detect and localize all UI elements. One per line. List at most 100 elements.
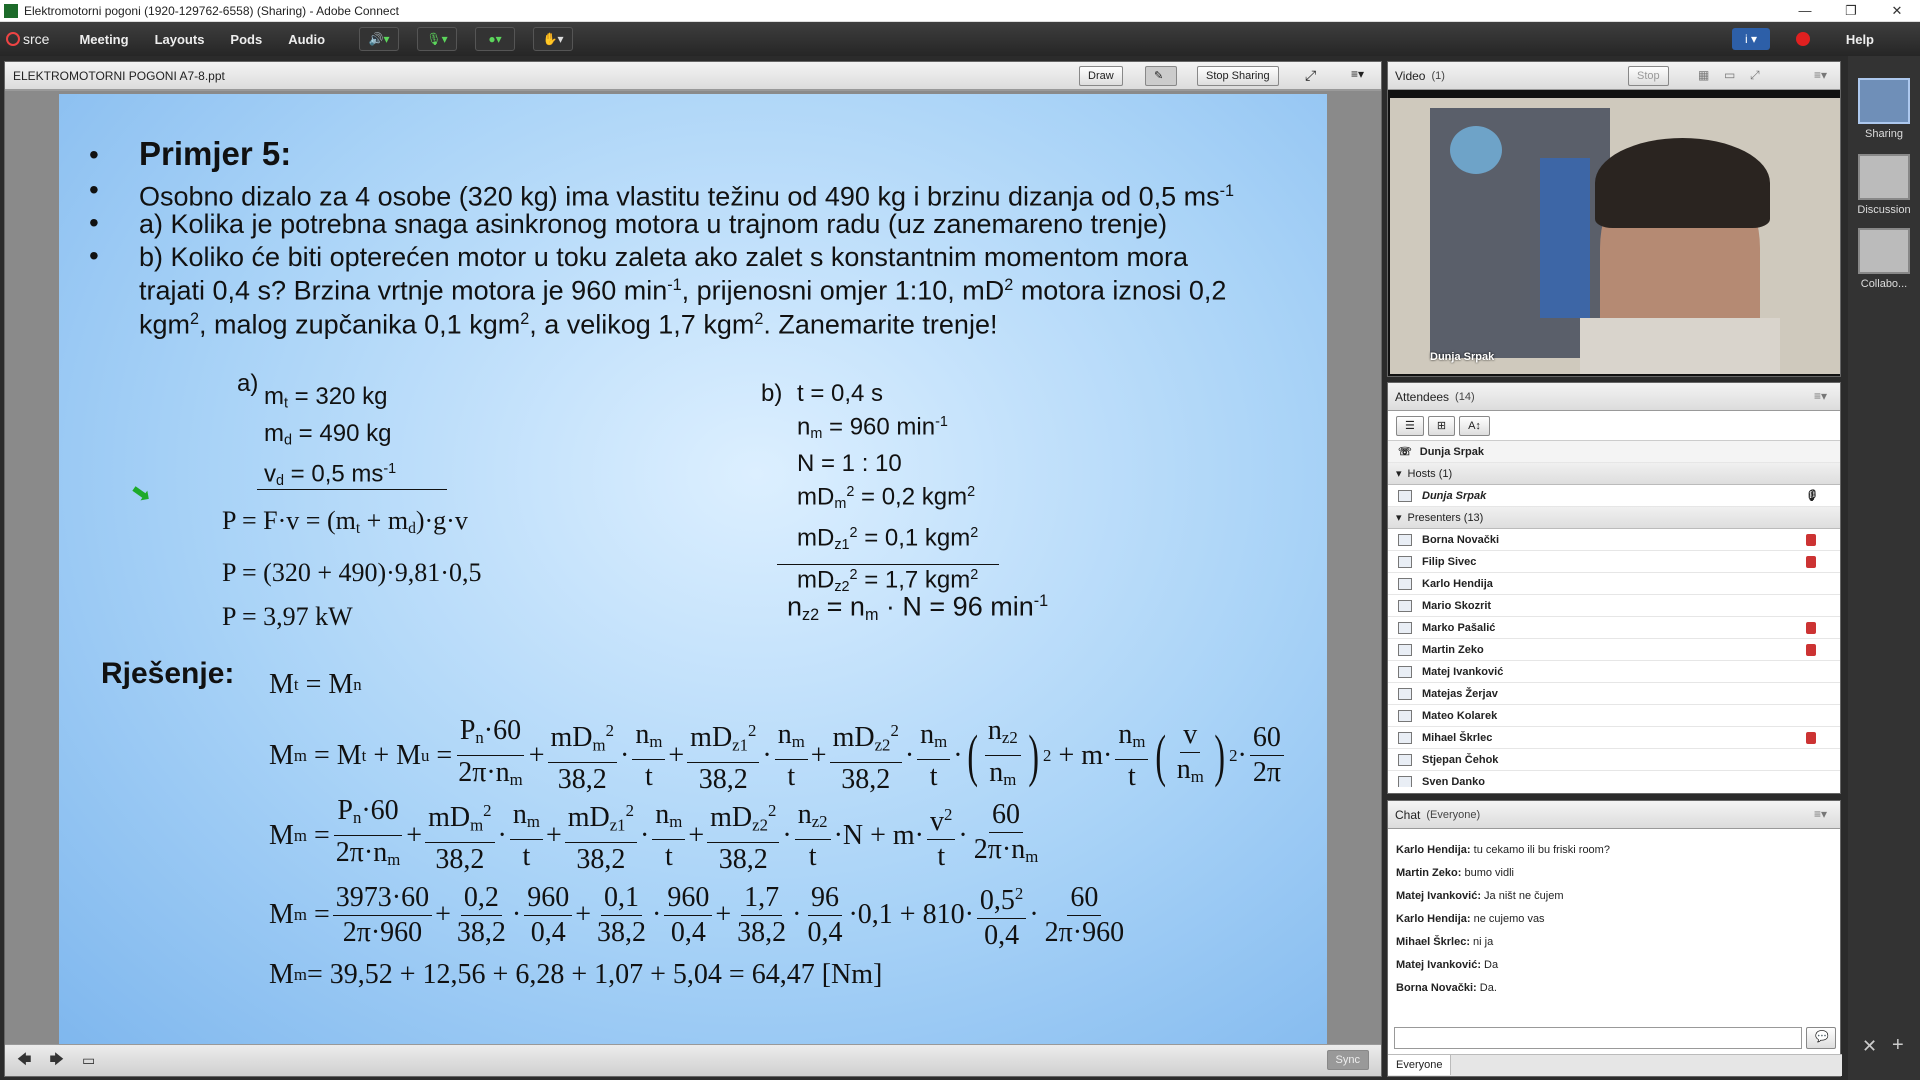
slide-bullet-2: a) Kolika je potrebna snaga asinkronog m… (139, 209, 1168, 239)
filmstrip-view-icon[interactable]: ▭ (1724, 68, 1735, 82)
chat-message: Karlo Hendija: tu cekamo ili bu friski r… (1396, 844, 1610, 856)
stop-video-button[interactable]: Stop (1628, 66, 1669, 86)
presenter-icon (1398, 643, 1412, 656)
add-layout-icon[interactable]: + (1892, 1034, 1904, 1057)
video-pod-title: Video (1395, 68, 1426, 83)
share-pod-header: ELEKTROMOTORNI POGONI A7-8.ppt Draw ✎ St… (5, 62, 1381, 90)
hosts-group-header[interactable]: ▾ Hosts (1) (1388, 463, 1840, 485)
chat-message: Borna Novački: Da. (1396, 982, 1497, 994)
adobe-connect-app-icon (4, 3, 18, 18)
next-slide-icon[interactable]: 🡆 (49, 1049, 63, 1073)
equation-torque-result: Mm = 39,52 + 12,56 + 6,28 + 1,07 + 5,04 … (269, 959, 883, 990)
microphone-button[interactable]: 🎙▾ (417, 27, 458, 51)
presenter-hair (1595, 138, 1770, 228)
slide-heading: Primjer 5: (139, 135, 292, 172)
speaking-icon: 🎙 (1804, 490, 1818, 502)
menu-meeting[interactable]: Meeting (79, 32, 128, 47)
raise-hand-button[interactable]: ✋▾ (533, 27, 574, 51)
menu-layouts[interactable]: Layouts (155, 32, 205, 47)
webcam-icon: ●▾ (488, 32, 502, 46)
attendee-row[interactable]: Dunja Srpak 🎙 (1388, 485, 1840, 507)
power-equations: P = F·v = (mt + md)·g·v P = (320 + 490)·… (222, 506, 482, 631)
share-pod: ELEKTROMOTORNI POGONI A7-8.ppt Draw ✎ St… (4, 61, 1382, 1077)
previous-slide-icon[interactable]: 🡄 (17, 1049, 31, 1073)
attendees-pod-header: Attendees (14) ≡▾ (1388, 383, 1840, 411)
presenter-shirt (1580, 318, 1780, 374)
attendee-row[interactable]: Mateo Kolarek (1388, 705, 1840, 727)
presenter-icon (1398, 775, 1412, 787)
minimize-button[interactable]: — (1782, 0, 1828, 22)
chat-scope: (Everyone) (1426, 808, 1481, 821)
stop-sharing-button[interactable]: Stop Sharing (1197, 66, 1279, 86)
tab-everyone[interactable]: Everyone (1388, 1055, 1452, 1075)
layout-sharing[interactable]: Sharing (1852, 78, 1916, 140)
draw-button[interactable]: Draw (1079, 66, 1123, 86)
current-user-row[interactable]: ☏ Dunja Srpak (1388, 441, 1840, 463)
attendees-toolbar: ☰ ⊞ A↕ (1388, 411, 1840, 441)
video-feed: Dunja Srpak (1390, 98, 1840, 374)
pod-menu-icon[interactable]: ≡▾ (1814, 807, 1827, 821)
attendee-row[interactable]: Mario Skozrit (1388, 595, 1840, 617)
pod-menu-icon[interactable]: ≡▾ (1814, 389, 1827, 403)
attendee-row[interactable]: Marko Pašalić (1388, 617, 1840, 639)
attendee-row[interactable]: Borna Novački (1388, 529, 1840, 551)
help-menu[interactable]: Help (1846, 32, 1874, 47)
pointer-button[interactable]: ✎ (1145, 66, 1177, 86)
video-pod-header: Video (1) Stop ▦ ▭ ⤢ ≡▾ (1388, 62, 1840, 90)
attendee-row[interactable]: Karlo Hendija (1388, 573, 1840, 595)
presenter-icon (1398, 753, 1412, 766)
close-layout-icon[interactable]: ✕ (1862, 1036, 1877, 1057)
webcam-button[interactable]: ●▾ (475, 27, 516, 51)
attendee-row[interactable]: Mihael Škrlec (1388, 727, 1840, 749)
fullscreen-icon[interactable]: ⤢ (1750, 68, 1760, 83)
menu-pods[interactable]: Pods (230, 32, 262, 47)
maximize-button[interactable]: ❐ (1828, 0, 1874, 22)
srce-logo-icon (6, 32, 20, 46)
chat-messages: Karlo Hendija: tu cekamo ili bu friski r… (1388, 829, 1840, 1015)
slide-area: • • • • Primjer 5: Osobno dizalo za 4 os… (5, 91, 1381, 1045)
attendees-pod-title: Attendees (1395, 389, 1450, 404)
fullscreen-icon[interactable]: ⤢ (1305, 67, 1316, 84)
bullet-icon: • (89, 207, 99, 238)
part-b-label: b) (761, 380, 783, 407)
video-name-label: Dunja Srpak (1430, 351, 1495, 363)
host-icon (1398, 489, 1412, 502)
record-indicator-icon[interactable] (1796, 32, 1810, 46)
attendee-row[interactable]: Matej Ivanković (1388, 661, 1840, 683)
attendee-row[interactable]: Martin Zeko (1388, 639, 1840, 661)
equation-torque-2: Mm = Pn·60 2π·nm + mDm2 38,2 · nm t + mDz12 38,2… (269, 795, 1039, 876)
part-a-label: a) (237, 370, 259, 397)
attendee-row[interactable]: Sven Danko (1388, 771, 1840, 787)
mic-muted-icon (1806, 621, 1816, 634)
divider-line (257, 489, 447, 490)
send-message-button[interactable]: 💬 (1806, 1027, 1836, 1049)
layout-discussion[interactable]: Discussion (1852, 154, 1916, 216)
pod-menu-icon[interactable]: ≡▾ (1814, 68, 1827, 82)
grid-view-icon[interactable]: ⊞ (1427, 415, 1456, 436)
grid-view-icon[interactable]: ▦ (1698, 68, 1709, 82)
presenters-list: Borna Novački Filip Sivec Karlo Hendija Mar… (1388, 529, 1840, 787)
list-view-icon[interactable]: ☰ (1396, 415, 1424, 436)
chat-message: Mihael Škrlec: ni ja (1396, 936, 1494, 948)
equation-mt-mn: Mt = Mn (269, 669, 362, 700)
menu-audio[interactable]: Audio (288, 32, 325, 47)
attendee-row[interactable]: Filip Sivec (1388, 551, 1840, 573)
attendee-row[interactable]: Matejas Žerjav (1388, 683, 1840, 705)
phone-icon: ☏ (1398, 446, 1412, 458)
pod-menu-icon[interactable]: ≡▾ (1351, 67, 1364, 81)
mic-muted-icon (1806, 555, 1816, 568)
chat-input[interactable] (1394, 1027, 1802, 1049)
close-button[interactable]: ✕ (1874, 0, 1920, 22)
layout-thumbnail-icon (1858, 78, 1910, 124)
info-button[interactable]: i ▾ (1732, 28, 1770, 50)
speaker-button[interactable]: 🔊▾ (359, 27, 400, 51)
sync-button[interactable]: Sync (1326, 1050, 1369, 1070)
toggle-sidebar-icon[interactable]: ▭ (82, 1052, 95, 1069)
share-pod-title: ELEKTROMOTORNI POGONI A7-8.ppt (13, 68, 225, 83)
layout-collaboration[interactable]: Collabo... (1852, 228, 1916, 290)
bullet-icon: • (89, 174, 99, 205)
sort-icon[interactable]: A↕ (1459, 415, 1490, 436)
presenter-icon (1398, 533, 1412, 546)
attendee-row[interactable]: Stjepan Čehok (1388, 749, 1840, 771)
presenters-group-header[interactable]: ▾ Presenters (13) (1388, 507, 1840, 529)
